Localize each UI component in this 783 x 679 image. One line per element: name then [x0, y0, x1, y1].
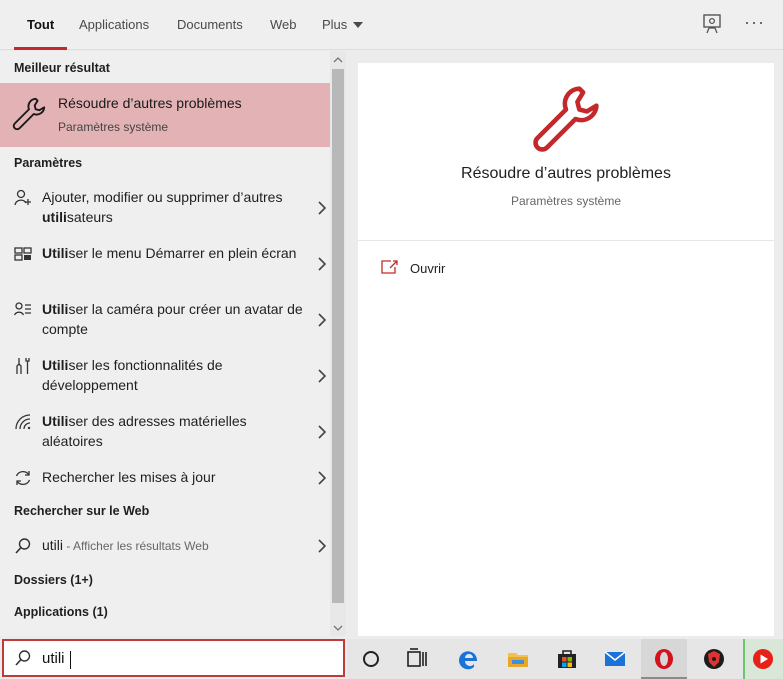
preview-pane: Résoudre d’autres problèmes Paramètres s…	[358, 63, 774, 636]
item-text-post: ser les fonctionnalités de développement	[42, 357, 223, 393]
item-text-match: Utili	[42, 357, 69, 373]
item-text-pre: Rechercher les mises à jour	[42, 469, 216, 485]
wrench-icon	[533, 86, 599, 152]
wifi-icon	[15, 414, 31, 430]
tab-bar: Tout Applications Documents Web Plus ···	[0, 0, 783, 50]
add-user-icon	[14, 189, 31, 206]
settings-item-text: Utiliser la caméra pour créer un avatar …	[42, 299, 304, 339]
web-search-text: utili - Afficher les résultats Web	[42, 535, 304, 556]
edge-icon[interactable]	[457, 647, 481, 671]
item-text-post: ser la caméra pour créer un avatar de co…	[42, 301, 303, 337]
best-result-subtitle: Paramètres système	[58, 120, 169, 134]
tab-web[interactable]: Web	[270, 0, 297, 50]
file-explorer-icon[interactable]	[506, 647, 530, 671]
settings-item-camera-avatar[interactable]: Utiliser la caméra pour créer un avatar …	[0, 299, 330, 351]
web-search-suffix: - Afficher les résultats Web	[63, 539, 209, 553]
section-settings: Paramètres	[14, 156, 83, 170]
tab-all[interactable]: Tout	[13, 0, 68, 50]
item-text-post: sateurs	[66, 209, 113, 225]
item-text-match: Utili	[42, 301, 69, 317]
item-text-post: ser le menu Démarrer en plein écran	[68, 245, 297, 261]
search-icon	[15, 538, 31, 554]
section-applications[interactable]: Applications (1)	[14, 605, 108, 619]
settings-item-fullscreen-start[interactable]: Utiliser le menu Démarrer en plein écran	[0, 243, 330, 295]
opera-icon[interactable]	[652, 647, 676, 671]
item-text-match: utili	[42, 209, 67, 225]
chevron-right-icon[interactable]	[316, 313, 328, 327]
item-text-pre: Ajouter, modifier ou supprimer d’autres	[42, 189, 283, 205]
section-web-search: Rechercher sur le Web	[14, 504, 150, 518]
open-external-icon[interactable]	[381, 260, 398, 274]
chevron-right-icon[interactable]	[316, 257, 328, 271]
settings-item-text: Ajouter, modifier ou supprimer d’autres …	[42, 187, 304, 227]
avatar-camera-icon	[14, 302, 31, 316]
scroll-down-icon[interactable]	[333, 623, 343, 633]
open-action[interactable]: Ouvrir	[410, 261, 445, 276]
best-result-title: Résoudre d’autres problèmes	[58, 95, 242, 111]
feedback-icon[interactable]	[701, 13, 723, 35]
tab-documents[interactable]: Documents	[177, 0, 243, 50]
section-best-result: Meilleur résultat	[14, 61, 110, 75]
search-window: Tout Applications Documents Web Plus ···…	[0, 0, 783, 679]
task-view-icon[interactable]	[405, 647, 429, 671]
web-search-item[interactable]: utili - Afficher les résultats Web	[0, 535, 330, 559]
item-text-post: ser des adresses matérielles aléatoires	[42, 413, 247, 449]
best-result-item[interactable]: Résoudre d’autres problèmes Paramètres s…	[0, 83, 330, 147]
results-scrollbar[interactable]	[330, 51, 346, 636]
preview-title: Résoudre d’autres problèmes	[461, 165, 671, 182]
settings-item-random-mac[interactable]: Utiliser des adresses matérielles aléato…	[0, 411, 330, 463]
mail-icon[interactable]	[603, 647, 627, 671]
search-input[interactable]	[42, 647, 332, 669]
youtube-icon[interactable]	[751, 647, 775, 671]
tab-more[interactable]: Plus	[322, 0, 364, 50]
item-text-match: Utili	[42, 245, 69, 261]
caret-down-icon	[353, 21, 364, 28]
settings-item-text: Rechercher les mises à jour	[42, 467, 304, 487]
preview-subtitle: Paramètres système	[510, 194, 622, 208]
chevron-right-icon[interactable]	[316, 201, 328, 215]
search-icon	[15, 650, 31, 666]
settings-item-text: Utiliser des adresses matérielles aléato…	[42, 411, 304, 451]
wrench-icon	[12, 97, 46, 131]
chevron-right-icon[interactable]	[316, 471, 328, 485]
sync-icon	[15, 470, 31, 486]
start-menu-icon	[14, 247, 32, 261]
developer-tools-icon	[16, 358, 30, 374]
scrollbar-thumb[interactable]	[332, 69, 344, 603]
chevron-right-icon[interactable]	[316, 425, 328, 439]
text-caret	[70, 651, 71, 669]
cortana-icon[interactable]	[359, 647, 383, 671]
section-folders[interactable]: Dossiers (1+)	[14, 573, 93, 587]
search-box[interactable]	[2, 639, 345, 677]
settings-item-developer[interactable]: Utiliser les fonctionnalités de développ…	[0, 355, 330, 407]
settings-item-text: Utiliser les fonctionnalités de développ…	[42, 355, 304, 395]
chevron-right-icon[interactable]	[316, 369, 328, 383]
tab-more-label: Plus	[322, 17, 348, 32]
brave-icon[interactable]	[702, 647, 726, 671]
web-search-query: utili	[42, 537, 64, 553]
settings-item-text: Utiliser le menu Démarrer en plein écran	[42, 243, 304, 263]
settings-item-manage-users[interactable]: Ajouter, modifier ou supprimer d’autres …	[0, 187, 330, 239]
tab-applications[interactable]: Applications	[79, 0, 149, 50]
chevron-right-icon[interactable]	[316, 539, 328, 553]
more-options-button[interactable]: ···	[744, 12, 765, 33]
item-text-match: Utili	[42, 413, 69, 429]
store-icon[interactable]	[555, 647, 579, 671]
results-list: Meilleur résultat Résoudre d’autres prob…	[0, 51, 330, 636]
settings-item-check-updates[interactable]: Rechercher les mises à jour	[0, 467, 330, 497]
taskbar	[347, 639, 783, 679]
scroll-up-icon[interactable]	[333, 55, 343, 65]
divider	[358, 240, 774, 241]
